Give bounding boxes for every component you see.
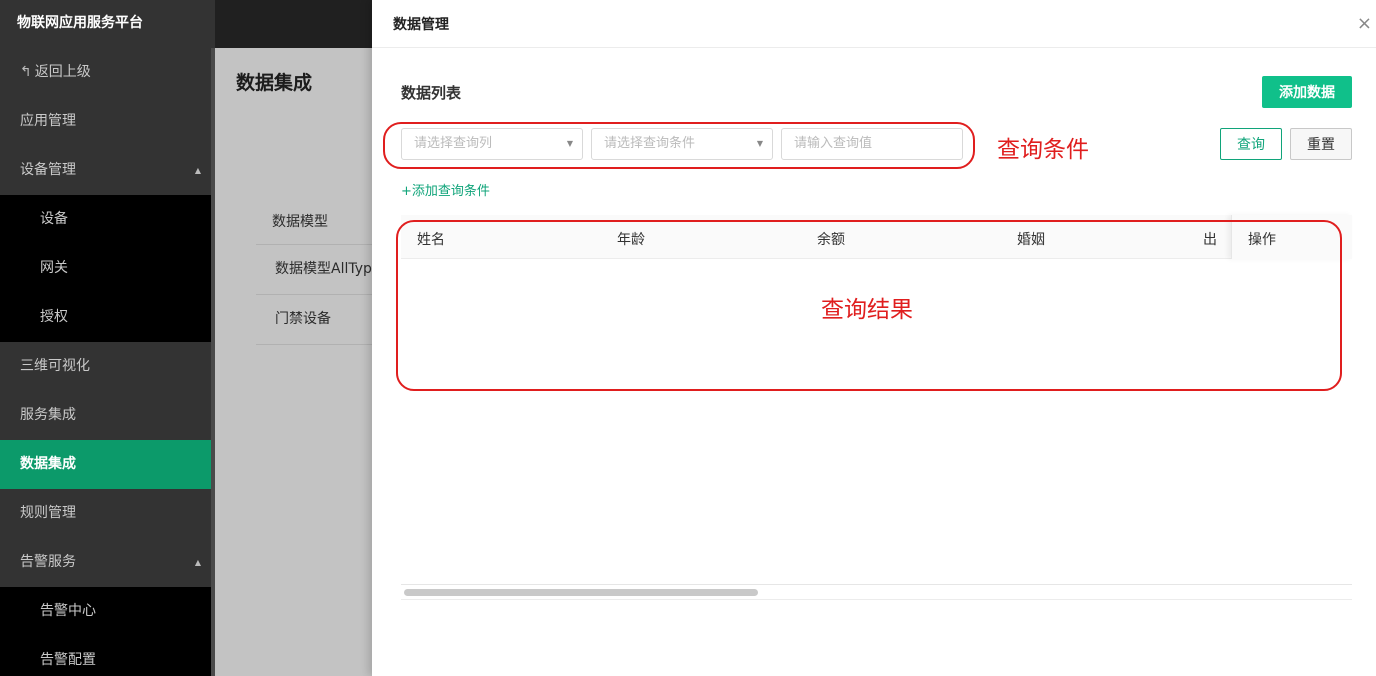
sidebar-item-alarm-service[interactable]: 告警服务 ▲ bbox=[0, 538, 212, 587]
table-scroll-area bbox=[401, 584, 1352, 600]
sidebar-item-back[interactable]: ↰ 返回上级 bbox=[0, 48, 212, 97]
sidebar-item-3d-visualization[interactable]: 三维可视化 bbox=[0, 342, 212, 391]
sidebar-item-service-integration[interactable]: 服务集成 bbox=[0, 391, 212, 440]
sidebar-item-data-integration[interactable]: 数据集成 bbox=[0, 440, 212, 489]
drawer-header: 数据管理 × bbox=[372, 0, 1376, 48]
add-data-button[interactable]: 添加数据 bbox=[1262, 76, 1352, 108]
sidebar-item-rule-management[interactable]: 规则管理 bbox=[0, 489, 212, 538]
caret-up-icon: ▲ bbox=[194, 166, 201, 175]
sidebar-item-gateway[interactable]: 网关 bbox=[0, 244, 212, 293]
sidebar-item-device-management[interactable]: 设备管理 ▲ bbox=[0, 146, 212, 195]
sidebar-item-label: 授权 bbox=[40, 309, 68, 325]
sidebar-item-label: 规则管理 bbox=[20, 505, 76, 521]
drawer-title: 数据管理 bbox=[393, 17, 449, 33]
sidebar-item-label: 返回上级 bbox=[34, 64, 91, 80]
sidebar-item-authorization[interactable]: 授权 bbox=[0, 293, 212, 342]
reset-button[interactable]: 重置 bbox=[1290, 128, 1352, 160]
sidebar-item-alarm-center[interactable]: 告警中心 bbox=[0, 587, 212, 636]
sidebar: 物联网应用服务平台 ↰ 返回上级 应用管理 设备管理 ▲ 设备 网关 授权 三维可视… bbox=[0, 0, 215, 676]
caret-up-icon: ▲ bbox=[194, 558, 201, 567]
sidebar-item-label: 设备管理 bbox=[20, 162, 76, 178]
sidebar-item-label: 告警服务 bbox=[20, 554, 76, 570]
horizontal-scrollbar[interactable] bbox=[404, 589, 758, 596]
sidebar-item-label: 告警配置 bbox=[40, 652, 96, 668]
sidebar-item-device[interactable]: 设备 bbox=[0, 195, 212, 244]
sidebar-item-label: 网关 bbox=[40, 260, 68, 276]
drawer-mask[interactable] bbox=[215, 0, 372, 676]
app-brand: 物联网应用服务平台 bbox=[17, 15, 143, 31]
sidebar-item-label: 服务集成 bbox=[20, 407, 76, 423]
sidebar-item-label: 应用管理 bbox=[20, 113, 76, 129]
add-query-condition-link[interactable]: +添加查询条件 bbox=[401, 180, 490, 199]
close-icon[interactable]: × bbox=[1357, 13, 1372, 34]
query-button[interactable]: 查询 bbox=[1220, 128, 1282, 160]
sidebar-item-alarm-config[interactable]: 告警配置 bbox=[0, 636, 212, 676]
data-management-drawer: 数据管理 × 数据列表 添加数据 请选择查询列 ▼ 请选择查询条件 ▼ 请输入查… bbox=[372, 0, 1376, 676]
sidebar-item-label: 告警中心 bbox=[40, 603, 96, 619]
annotation-label-result: 查询结果 bbox=[821, 297, 913, 323]
back-arrow-icon: ↰ bbox=[20, 64, 32, 80]
sidebar-item-label: 三维可视化 bbox=[20, 358, 90, 374]
sidebar-nav: ↰ 返回上级 应用管理 设备管理 ▲ 设备 网关 授权 三维可视化 服务集成 数据集… bbox=[0, 48, 212, 676]
annotation-label-condition: 查询条件 bbox=[997, 137, 1089, 163]
section-title: 数据列表 bbox=[401, 84, 462, 102]
sidebar-item-label: 设备 bbox=[40, 211, 68, 227]
sidebar-item-app-management[interactable]: 应用管理 bbox=[0, 97, 212, 146]
annotation-box-condition bbox=[383, 122, 975, 169]
sidebar-item-label: 数据集成 bbox=[20, 456, 76, 472]
